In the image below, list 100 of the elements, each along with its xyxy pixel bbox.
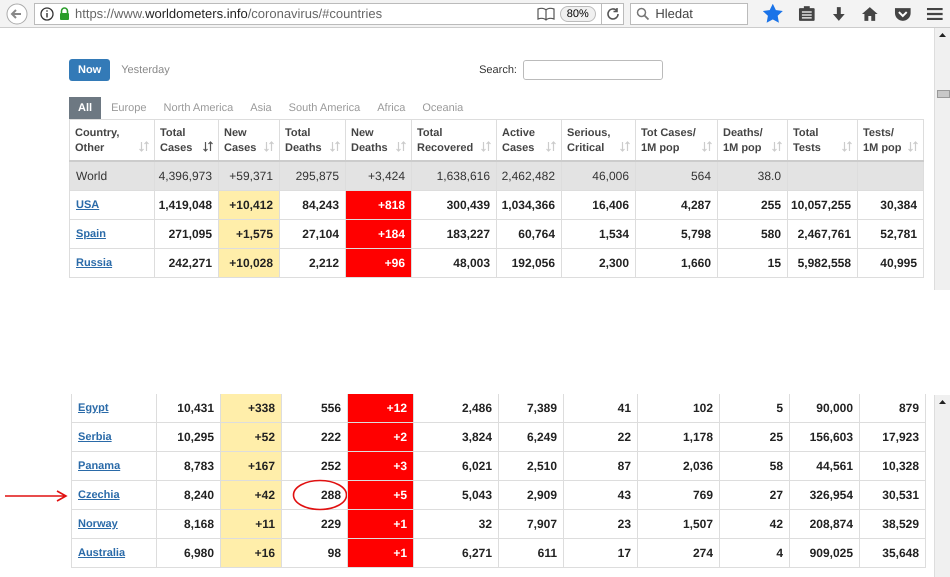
table-cell: 564 [635,162,717,191]
table-cell: 38.0 [717,162,787,191]
region-tab[interactable]: Europe [104,97,154,119]
table-cell: 1,507 [637,510,719,539]
table-cell: +96 [345,249,411,278]
column-title: Country, Other [75,126,120,156]
scroll-thumb[interactable] [937,90,950,98]
table-cell: 5,798 [635,220,717,249]
table-cell: 1,534 [561,220,635,249]
search-label: Search: [479,64,517,76]
table-cell: 769 [637,481,719,510]
table-cell: 288 [281,481,347,510]
book-icon[interactable] [536,6,555,20]
column-header[interactable]: Total Recovered [411,120,496,160]
column-header[interactable]: New Deaths [345,120,411,160]
table-cell: 6,249 [498,423,563,452]
column-header[interactable]: Deaths/ 1M pop [717,120,787,160]
table-cell: 48,003 [411,249,496,278]
back-button[interactable] [6,2,28,24]
country-link[interactable]: Egypt [78,402,109,414]
table-cell: 5,043 [413,481,498,510]
table-cell: +184 [345,220,411,249]
table-cell: 7,389 [498,394,563,423]
address-bar[interactable]: https://www.worldometers.info/coronavirus/#countries 80% [34,2,602,24]
table-cell: +1,575 [218,220,279,249]
table-cell: 46,006 [561,162,635,191]
column-title: Deaths/ 1M pop [723,126,763,156]
table-cell: +1 [347,510,413,539]
table-cell: 102 [637,394,719,423]
table-cell: 611 [498,539,563,568]
search-input[interactable] [523,60,663,80]
country-link[interactable]: Norway [78,518,118,530]
table-cell: 6,271 [413,539,498,568]
region-tab[interactable]: Africa [370,97,412,119]
table-cell: 10,057,255 [787,191,857,220]
table-cell: 4,396,973 [154,162,218,191]
scrollbar[interactable] [934,395,950,577]
column-header[interactable]: Total Cases [154,120,218,160]
region-tab[interactable]: All [69,97,102,119]
table-cell: +11 [220,510,281,539]
scrollbar[interactable] [934,28,950,290]
list-icon[interactable] [798,6,816,22]
table-cell: 2,462,482 [496,162,561,191]
column-header[interactable]: Tot Cases/ 1M pop [635,120,717,160]
column-header[interactable]: Total Tests [787,120,857,160]
menu-icon[interactable] [926,6,944,22]
download-icon[interactable] [830,6,846,22]
table-cell: +338 [220,394,281,423]
table-cell: 5 [719,394,789,423]
column-header[interactable]: Tests/ 1M pop [857,120,924,160]
column-title: New Cases [224,126,256,156]
table-cell: 6,021 [413,452,498,481]
table-cell: 60,764 [496,220,561,249]
country-link[interactable]: Czechia [78,489,120,501]
column-header[interactable]: Country, Other [69,120,154,160]
country-link[interactable]: Australia [78,547,126,559]
country-link[interactable]: USA [76,199,100,211]
search-field[interactable]: Hledat [630,2,748,24]
table-cell: 192,056 [496,249,561,278]
table-cell: 1,034,366 [496,191,561,220]
table-cell: 4 [719,539,789,568]
table-cell: 274 [637,539,719,568]
table-cell: 295,875 [279,162,345,191]
region-tab[interactable]: Asia [243,97,279,119]
table-cell: 3,824 [413,423,498,452]
view-button[interactable]: Now [69,59,110,81]
star-icon[interactable] [763,4,783,24]
table-cell: 183,227 [411,220,496,249]
table-cell: 87 [563,452,637,481]
info-icon[interactable] [40,6,54,20]
table-cell: 1,178 [637,423,719,452]
table-cell: 38,529 [859,510,926,539]
table-cell: +818 [345,191,411,220]
region-tab[interactable]: North America [156,97,240,119]
country-link[interactable]: Panama [78,460,120,472]
table-cell: 2,510 [498,452,563,481]
zoom-level[interactable]: 80% [560,6,596,22]
table-cell: +59,371 [218,162,279,191]
column-header[interactable]: Active Cases [496,120,561,160]
region-tab[interactable]: Oceania [415,97,470,119]
country-link[interactable]: Serbia [78,431,112,443]
view-button[interactable]: Yesterday [121,59,170,81]
country-link[interactable]: Russia [76,257,112,269]
table-cell: 2,909 [498,481,563,510]
table-cell: 17 [563,539,637,568]
region-tab[interactable]: South America [282,97,368,119]
table-cell: +10,412 [218,191,279,220]
table-cell: 41 [563,394,637,423]
column-header[interactable]: New Cases [218,120,279,160]
country-link[interactable]: Spain [76,228,106,240]
reload-button[interactable] [600,2,624,24]
table-cell: +2 [347,423,413,452]
table-cell: +3,424 [345,162,411,191]
table-cell: 10,328 [859,452,926,481]
pocket-icon[interactable] [894,6,912,22]
column-header[interactable]: Total Deaths [279,120,345,160]
table-cell: 5,982,558 [787,249,857,278]
home-icon[interactable] [861,6,879,22]
table-cell: 16,406 [561,191,635,220]
column-header[interactable]: Serious, Critical [561,120,635,160]
